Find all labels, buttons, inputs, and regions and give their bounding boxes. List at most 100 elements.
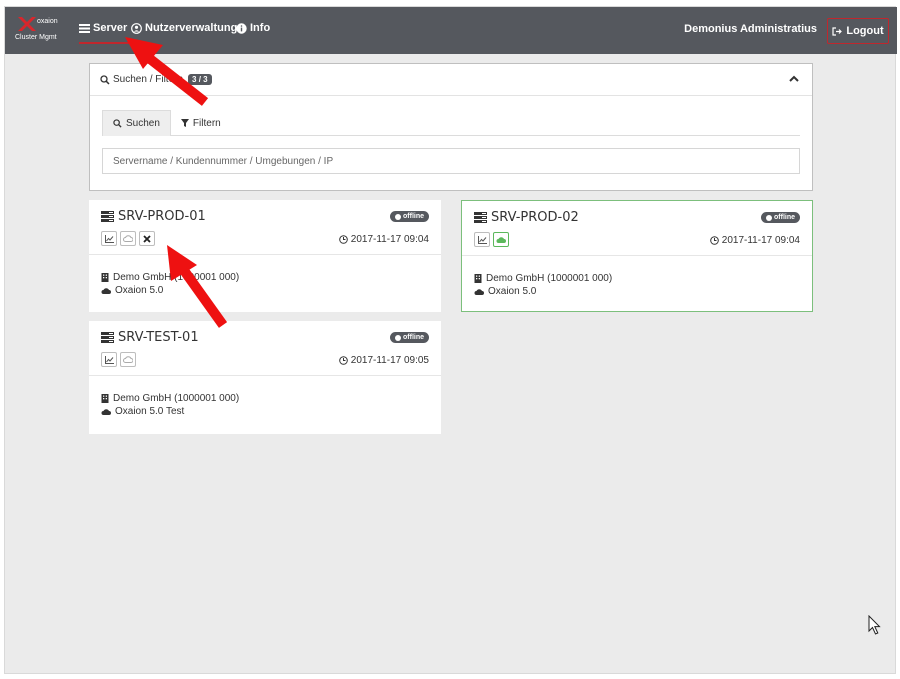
- filter-icon: [180, 119, 189, 127]
- tab-filter-label: Filtern: [192, 117, 221, 129]
- brand-name: oxaion: [37, 18, 58, 25]
- last-update-timestamp: 2017-11-17 09:05: [338, 355, 429, 366]
- last-update-timestamp: 2017-11-17 09:04: [338, 234, 429, 245]
- customer-name: Demo GmbH (1000001 000): [113, 272, 240, 283]
- clock-icon: [338, 356, 348, 365]
- clock-icon: [338, 235, 348, 244]
- status-dot-icon: [395, 213, 401, 220]
- server-name: SRV-PROD-01: [118, 209, 206, 224]
- server-card-body: Demo GmbH (1000001 000) Oxaion 5.0: [101, 271, 239, 297]
- mouse-cursor-icon: [868, 615, 881, 635]
- clock-icon: [709, 236, 719, 245]
- brand-logo[interactable]: oxaion Cluster Mgmt: [15, 13, 73, 49]
- search-icon: [100, 74, 110, 85]
- environment-row: Oxaion 5.0 Test: [101, 405, 239, 418]
- server-name: SRV-PROD-02: [491, 210, 579, 225]
- environment-name: Oxaion 5.0 Test: [115, 406, 185, 417]
- nav-label-info: Info: [250, 22, 271, 34]
- server-list-icon: [101, 332, 114, 343]
- logout-button[interactable]: Logout: [827, 18, 889, 44]
- server-card-title[interactable]: SRV-TEST-01: [101, 330, 199, 345]
- timestamp-text: 2017-11-17 09:05: [350, 355, 429, 366]
- line-chart-icon: [104, 234, 114, 243]
- customer-row: Demo GmbH (1000001 000): [474, 272, 612, 285]
- timestamp-text: 2017-11-17 09:04: [350, 234, 429, 245]
- user-circle-icon: [131, 22, 142, 34]
- server-actions: [101, 352, 136, 367]
- cloud-icon: [101, 288, 111, 294]
- server-search-input[interactable]: [102, 148, 800, 174]
- top-navbar: oxaion Cluster Mgmt Server Nutzerverwalt…: [5, 7, 897, 54]
- server-card-title[interactable]: SRV-PROD-01: [101, 209, 206, 224]
- server-list-icon: [101, 211, 114, 222]
- statistics-button[interactable]: [474, 232, 490, 247]
- cloud-button[interactable]: [493, 232, 509, 247]
- environment-name: Oxaion 5.0: [488, 286, 537, 297]
- remove-button[interactable]: [139, 231, 155, 246]
- status-badge: offline: [390, 211, 429, 222]
- search-icon: [113, 119, 122, 128]
- result-count-badge: 3 / 3: [188, 74, 212, 85]
- environment-name: Oxaion 5.0: [115, 285, 164, 296]
- building-icon: [101, 273, 109, 282]
- tab-search-label: Suchen: [126, 118, 160, 129]
- nav-label-server: Server: [93, 22, 128, 34]
- timestamp-text: 2017-11-17 09:04: [721, 235, 800, 246]
- server-card-header: SRV-TEST-01 offline 2017-11-17 09:05: [89, 321, 441, 376]
- cloud-icon: [496, 237, 506, 243]
- sign-out-icon: [832, 26, 843, 36]
- environment-row: Oxaion 5.0: [101, 284, 239, 297]
- server-actions: [101, 231, 155, 246]
- cloud-button[interactable]: [120, 352, 136, 367]
- cloud-outline-icon: [123, 356, 133, 363]
- statistics-button[interactable]: [101, 352, 117, 367]
- cloud-icon: [474, 289, 484, 295]
- server-actions: [474, 232, 509, 247]
- customer-name: Demo GmbH (1000001 000): [486, 273, 613, 284]
- server-card-header: SRV-PROD-02 offline 2017-11-17 09:04: [462, 201, 812, 256]
- server-card: SRV-PROD-02 offline 2017-11-17 09:04 Dem…: [461, 200, 813, 312]
- last-update-timestamp: 2017-11-17 09:04: [709, 235, 800, 246]
- statistics-button[interactable]: [101, 231, 117, 246]
- nav-item-info[interactable]: Info: [236, 22, 270, 34]
- search-filter-panel: Suchen / Filtern 3 / 3 Suchen Filtern: [89, 63, 813, 191]
- status-dot-icon: [395, 334, 401, 341]
- status-dot-icon: [766, 214, 772, 221]
- active-nav-indicator: [79, 42, 137, 44]
- nav-item-server[interactable]: Server: [79, 22, 127, 34]
- server-icon: [79, 23, 90, 33]
- brand-subtitle: Cluster Mgmt: [15, 34, 57, 41]
- logout-label: Logout: [846, 25, 884, 37]
- server-name: SRV-TEST-01: [118, 330, 199, 345]
- cloud-button[interactable]: [120, 231, 136, 246]
- building-icon: [474, 274, 482, 283]
- cloud-outline-icon: [123, 235, 133, 242]
- server-card-body: Demo GmbH (1000001 000) Oxaion 5.0 Test: [101, 392, 239, 418]
- info-circle-icon: [236, 22, 247, 34]
- search-tabs: Suchen Filtern: [102, 110, 800, 136]
- nav-item-user-management[interactable]: Nutzerverwaltung: [131, 22, 237, 34]
- search-panel-header[interactable]: Suchen / Filtern 3 / 3: [90, 64, 812, 96]
- line-chart-icon: [104, 355, 114, 364]
- tab-search[interactable]: Suchen: [102, 110, 171, 136]
- close-icon: [143, 234, 151, 243]
- current-user-name[interactable]: Demonius Administratius: [684, 23, 817, 35]
- server-card-body: Demo GmbH (1000001 000) Oxaion 5.0: [474, 272, 612, 298]
- server-list-icon: [474, 212, 487, 223]
- cloud-icon: [101, 409, 111, 415]
- building-icon: [101, 394, 109, 403]
- environment-row: Oxaion 5.0: [474, 285, 612, 298]
- status-badge: offline: [761, 212, 800, 223]
- chevron-up-icon[interactable]: [788, 73, 800, 85]
- status-badge: offline: [390, 332, 429, 343]
- app-window: oxaion Cluster Mgmt Server Nutzerverwalt…: [4, 6, 897, 674]
- server-card: SRV-PROD-01 offline 2017-11-17 09:04 Dem…: [89, 200, 441, 312]
- customer-row: Demo GmbH (1000001 000): [101, 271, 239, 284]
- status-label: offline: [403, 213, 424, 220]
- server-card-title[interactable]: SRV-PROD-02: [474, 210, 579, 225]
- line-chart-icon: [477, 235, 487, 244]
- search-panel-title: Suchen / Filtern: [113, 74, 184, 85]
- server-card-header: SRV-PROD-01 offline 2017-11-17 09:04: [89, 200, 441, 255]
- tab-filter[interactable]: Filtern: [171, 110, 231, 136]
- status-label: offline: [403, 334, 424, 341]
